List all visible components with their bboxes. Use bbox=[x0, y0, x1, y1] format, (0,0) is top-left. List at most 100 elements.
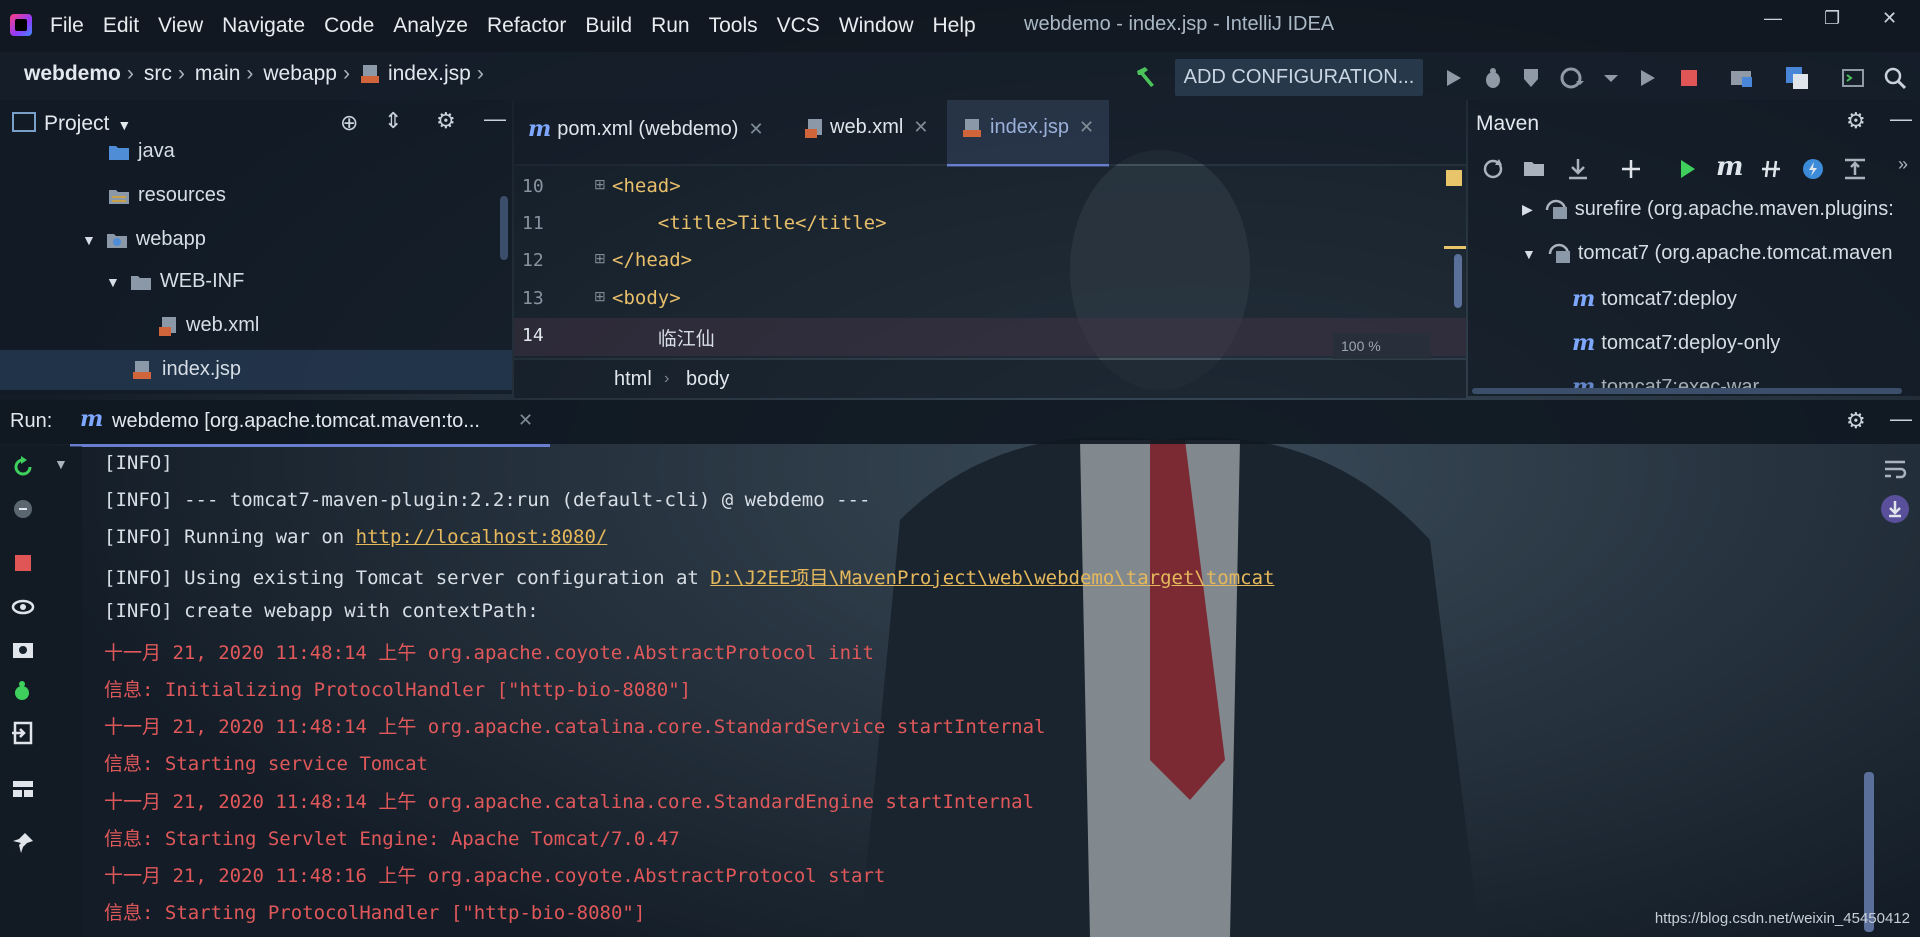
debug-bug-icon[interactable] bbox=[1480, 65, 1506, 91]
maven-goal-deploy-only[interactable]: m tomcat7:deploy-only bbox=[1572, 330, 1780, 356]
run-maven-build-icon[interactable] bbox=[1674, 156, 1700, 182]
run-dropdown-icon[interactable] bbox=[1598, 65, 1624, 91]
menu-navigate[interactable]: Navigate bbox=[222, 14, 305, 38]
login-icon[interactable] bbox=[10, 720, 36, 746]
reload-icon[interactable] bbox=[1480, 156, 1506, 182]
menu-view[interactable]: View bbox=[158, 14, 203, 38]
generate-sources-icon[interactable] bbox=[1522, 156, 1548, 182]
run-icon[interactable] bbox=[1440, 65, 1466, 91]
maven-plugin-surefire[interactable]: ▶ surefire (org.apache.maven.plugins: bbox=[1522, 198, 1894, 221]
maven-scrollbar[interactable] bbox=[1472, 388, 1902, 394]
gear-icon[interactable]: ⚙ bbox=[1846, 408, 1866, 434]
stop-icon[interactable] bbox=[1676, 65, 1702, 91]
toggle-offline-icon[interactable] bbox=[1758, 156, 1784, 182]
menu-analyze[interactable]: Analyze bbox=[393, 14, 468, 38]
menu-help[interactable]: Help bbox=[933, 14, 976, 38]
restore-icon[interactable]: ❐ bbox=[1824, 8, 1840, 29]
menu-window[interactable]: Window bbox=[839, 14, 914, 38]
crumb-webapp[interactable]: webapp bbox=[263, 62, 337, 86]
tab-pom-xml[interactable]: m pom.xml (webdemo) ✕ bbox=[528, 116, 764, 142]
menu-code[interactable]: Code bbox=[324, 14, 374, 38]
maven-plugin-tomcat7[interactable]: ▼ tomcat7 (org.apache.tomcat.maven bbox=[1522, 242, 1892, 265]
execute-maven-goal-icon[interactable]: m bbox=[1716, 152, 1744, 182]
rerun-icon[interactable] bbox=[10, 454, 36, 480]
collapse-arrow-icon[interactable]: ▼ bbox=[1522, 246, 1536, 262]
eye-icon[interactable] bbox=[10, 594, 36, 620]
console-link[interactable]: D:\J2EE项目\MavenProject\web\webdemo\targe… bbox=[710, 567, 1274, 589]
close-icon[interactable]: ✕ bbox=[1079, 117, 1094, 138]
tab-index-jsp[interactable]: index.jsp ✕ bbox=[962, 116, 1094, 139]
soft-wrap-icon[interactable] bbox=[1882, 456, 1908, 482]
close-window-icon[interactable]: ✕ bbox=[1882, 8, 1897, 29]
fold-icon[interactable]: ⊞ bbox=[594, 288, 606, 305]
project-header[interactable]: Project ▼ bbox=[12, 112, 131, 136]
warning-marker-icon[interactable] bbox=[1446, 170, 1462, 186]
menu-run[interactable]: Run bbox=[651, 14, 690, 38]
expand-arrow-icon[interactable]: ▶ bbox=[1522, 201, 1533, 218]
menu-build[interactable]: Build bbox=[585, 14, 632, 38]
tree-item-resources[interactable]: resources bbox=[108, 184, 226, 207]
translate-icon[interactable] bbox=[1784, 65, 1810, 91]
profile-icon[interactable] bbox=[1558, 65, 1584, 91]
project-scrollbar[interactable] bbox=[500, 196, 508, 260]
expand-arrow-icon[interactable]: ▼ bbox=[106, 274, 120, 290]
layout-icon[interactable] bbox=[10, 776, 36, 802]
coverage-icon[interactable] bbox=[1520, 65, 1546, 91]
close-icon[interactable]: ✕ bbox=[913, 117, 928, 138]
crumb-main[interactable]: main bbox=[195, 62, 241, 86]
expand-arrow-icon[interactable]: ▼ bbox=[82, 232, 96, 248]
menu-tools[interactable]: Tools bbox=[709, 14, 758, 38]
tree-item-index-jsp[interactable]: index.jsp bbox=[132, 358, 241, 381]
menu-file[interactable]: File bbox=[50, 14, 84, 38]
camera-icon[interactable] bbox=[10, 636, 36, 662]
collapse-all-icon[interactable]: ⇕ bbox=[384, 108, 402, 134]
maven-goal-deploy[interactable]: m tomcat7:deploy bbox=[1572, 286, 1737, 312]
project-structure-icon[interactable] bbox=[1728, 65, 1754, 91]
console-link[interactable]: http://localhost:8080/ bbox=[356, 526, 608, 548]
download-icon[interactable] bbox=[1565, 156, 1591, 182]
search-icon[interactable] bbox=[1882, 65, 1908, 91]
collapse-icon[interactable] bbox=[1842, 156, 1868, 182]
close-icon[interactable]: ✕ bbox=[748, 119, 763, 140]
menu-vcs[interactable]: VCS bbox=[777, 14, 820, 38]
minimize-icon[interactable]: — bbox=[1764, 8, 1782, 29]
add-icon[interactable] bbox=[1618, 156, 1644, 182]
editor-scrollbar[interactable] bbox=[1454, 254, 1462, 308]
console-scrollbar[interactable] bbox=[1864, 772, 1874, 932]
crumb-body[interactable]: body bbox=[686, 368, 729, 391]
crumb-file[interactable]: index.jsp bbox=[388, 62, 471, 86]
modify-run-icon[interactable] bbox=[10, 496, 36, 522]
zoom-level[interactable]: 100 % bbox=[1333, 333, 1431, 359]
fold-icon[interactable]: ⊞ bbox=[594, 176, 606, 193]
locate-target-icon[interactable]: ⊕ bbox=[340, 110, 358, 136]
gear-icon[interactable]: ⚙ bbox=[1846, 108, 1866, 134]
build-hammer-icon[interactable] bbox=[1133, 63, 1159, 89]
hide-panel-icon[interactable]: — bbox=[484, 106, 506, 132]
add-configuration-button[interactable]: ADD CONFIGURATION... bbox=[1175, 59, 1423, 96]
tree-item-web-xml[interactable]: web.xml bbox=[158, 314, 259, 337]
chevron-down-icon[interactable]: ▼ bbox=[54, 456, 68, 472]
skip-tests-icon[interactable] bbox=[1800, 156, 1826, 182]
crumb-html[interactable]: html bbox=[614, 368, 652, 391]
scroll-to-end-icon[interactable] bbox=[1880, 494, 1910, 524]
tab-web-xml[interactable]: web.xml ✕ bbox=[804, 116, 928, 139]
debug-icon[interactable] bbox=[10, 678, 36, 704]
pin-icon[interactable] bbox=[10, 830, 36, 856]
error-stripe-marker[interactable] bbox=[1444, 246, 1466, 249]
tree-item-java[interactable]: java bbox=[108, 140, 175, 163]
menu-refactor[interactable]: Refactor bbox=[487, 14, 566, 38]
terminal-icon[interactable] bbox=[1840, 65, 1866, 91]
maven-goal-exec-war[interactable]: m tomcat7:exec-war bbox=[1572, 374, 1759, 400]
fold-icon[interactable]: ⊞ bbox=[594, 250, 606, 267]
tree-item-webapp[interactable]: ▼ webapp bbox=[82, 228, 206, 251]
tree-item-web-inf[interactable]: ▼ WEB-INF bbox=[106, 270, 244, 293]
run-secondary-icon[interactable] bbox=[1634, 65, 1660, 91]
hide-panel-icon[interactable]: — bbox=[1890, 106, 1912, 132]
close-icon[interactable]: ✕ bbox=[518, 410, 533, 431]
gear-icon[interactable]: ⚙ bbox=[436, 108, 456, 134]
menu-edit[interactable]: Edit bbox=[103, 14, 139, 38]
crumb-src[interactable]: src bbox=[144, 62, 172, 86]
hide-panel-icon[interactable]: — bbox=[1890, 406, 1912, 432]
more-icon[interactable]: » bbox=[1898, 154, 1908, 175]
crumb-project[interactable]: webdemo bbox=[24, 62, 121, 86]
